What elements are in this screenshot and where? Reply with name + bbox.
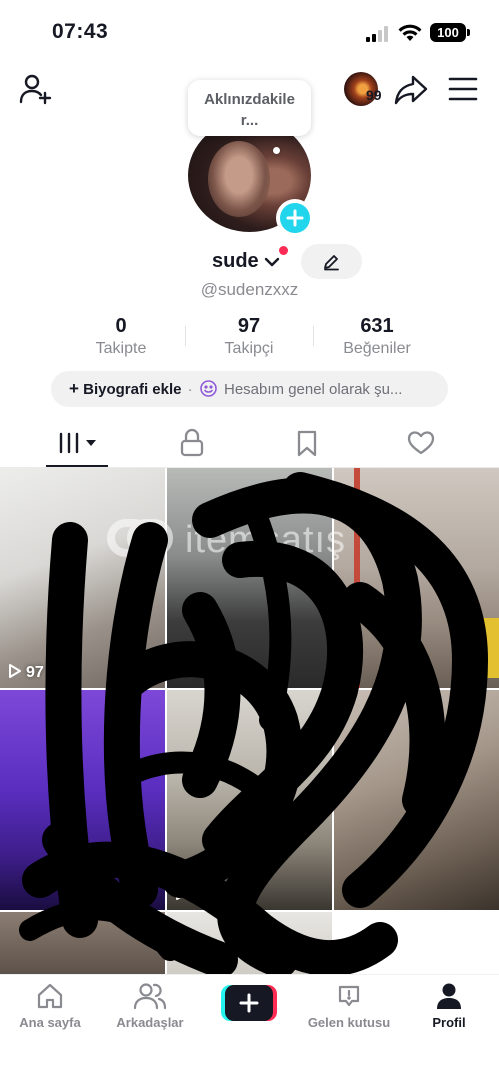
stat-following[interactable]: 0 Takipte (61, 314, 181, 358)
note-bubble[interactable]: Aklınızdakile r... (188, 80, 311, 136)
heart-icon (407, 431, 435, 455)
tab-liked[interactable] (402, 420, 440, 468)
bottom-navigation: Ana sayfa Arkadaşlar Gelen kutusu Profil (0, 974, 499, 1080)
nav-home[interactable]: Ana sayfa (0, 981, 100, 1030)
video-tile[interactable]: 97 (0, 468, 165, 688)
edit-profile-button[interactable] (301, 244, 362, 279)
bio-pill[interactable]: + Biyografi ekle · Hesabım genel olarak … (51, 371, 448, 407)
add-story-circle (280, 203, 310, 233)
share-icon[interactable] (394, 74, 428, 106)
add-friend-icon[interactable] (18, 72, 52, 106)
play-icon (9, 664, 21, 678)
avatar-photo (208, 141, 270, 217)
stat-divider (185, 326, 186, 346)
tile-detail (354, 468, 360, 688)
profile-icon (437, 983, 461, 1009)
likes-label: Beğeniler (343, 340, 411, 357)
likes-count: 631 (360, 315, 394, 337)
battery-tip (467, 29, 470, 36)
play-icon (176, 664, 188, 678)
home-icon (37, 983, 63, 1009)
bookmark-icon (297, 430, 317, 457)
lock-icon (180, 428, 204, 457)
nav-inbox[interactable]: Gelen kutusu (299, 981, 399, 1030)
note-bubble-tail (273, 147, 280, 154)
nav-inbox-label: Gelen kutusu (307, 1015, 391, 1030)
video-tile[interactable] (167, 912, 332, 974)
stat-likes[interactable]: 631 Beğeniler (317, 314, 437, 358)
pencil-icon (324, 255, 339, 271)
chevron-down-icon[interactable] (264, 256, 280, 268)
nav-profile-label: Profil (432, 1015, 466, 1030)
followers-label: Takipçi (224, 340, 274, 357)
tab-saved[interactable] (290, 420, 324, 468)
status-bar: 07:43 100 (0, 0, 499, 64)
notification-dot (279, 246, 288, 255)
plus-icon (286, 209, 304, 227)
view-count-value: 97 (26, 664, 44, 681)
view-count: 97 (8, 663, 44, 682)
video-tile[interactable] (0, 912, 165, 974)
tab-private[interactable] (175, 420, 209, 468)
add-bio-plus: + (69, 379, 79, 398)
nav-friends[interactable]: Arkadaşlar (100, 981, 200, 1030)
friends-icon (133, 983, 167, 1010)
tab-videos[interactable] (46, 420, 108, 468)
username-handle: @sudenzxxz (200, 280, 299, 299)
video-tile[interactable] (334, 468, 499, 688)
status-time: 07:43 (52, 20, 109, 43)
tile-detail (454, 618, 499, 678)
nav-profile[interactable]: Profil (399, 981, 499, 1030)
video-tile[interactable] (334, 690, 499, 910)
video-tile[interactable] (0, 690, 165, 910)
following-count: 0 (115, 315, 127, 337)
cellular-signal-icon (366, 26, 388, 42)
video-tile[interactable]: 559 (167, 468, 332, 688)
video-tile[interactable]: 692 (167, 690, 332, 910)
view-count-value: 559 (193, 664, 220, 681)
menu-icon[interactable] (448, 76, 478, 102)
inbox-icon (338, 985, 360, 1007)
create-button[interactable] (221, 985, 277, 1021)
view-count: 692 (175, 885, 220, 904)
wifi-icon (398, 24, 422, 41)
view-count-value: 692 (193, 886, 220, 903)
add-bio-label[interactable]: Biyografi ekle (83, 381, 181, 398)
view-count: 559 (175, 663, 220, 682)
bio-separator: · (187, 381, 193, 398)
story-count-badge: 99 (366, 87, 382, 103)
stat-divider (313, 326, 314, 346)
following-label: Takipte (95, 340, 147, 357)
nav-home-label: Ana sayfa (19, 1015, 81, 1030)
plus-icon (239, 993, 259, 1013)
video-grid: 97 559 692 (0, 468, 499, 974)
add-story-button[interactable] (276, 199, 314, 237)
grid-icon (59, 432, 96, 454)
play-icon (176, 886, 188, 900)
nav-friends-label: Arkadaşlar (116, 1015, 184, 1030)
smiley-icon (200, 380, 217, 397)
note-preview[interactable]: Hesabım genel olarak şu... (224, 381, 402, 398)
battery-indicator: 100 (430, 23, 466, 42)
stat-followers[interactable]: 97 Takipçi (189, 314, 309, 358)
display-name[interactable]: sude (212, 250, 259, 273)
followers-count: 97 (237, 315, 261, 337)
